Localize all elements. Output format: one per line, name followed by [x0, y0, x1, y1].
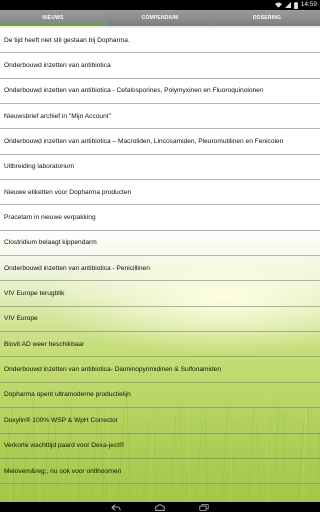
navigation-bar [0, 502, 320, 512]
status-time: 14:59 [300, 1, 317, 8]
tab-bar: NIEUWS COMPENDIUM DOSERING [0, 10, 320, 28]
tab-nieuws[interactable]: NIEUWS [0, 10, 107, 26]
wifi-icon [274, 2, 282, 8]
news-list: De tijd heeft niet stil gestaan bij Doph… [0, 28, 320, 485]
list-item[interactable]: Dopharma opent ultramoderne productielij… [0, 383, 320, 409]
list-item[interactable]: VIV Europe terugblik [0, 281, 320, 307]
list-item[interactable]: Onderbouwd inzetten van antibiotica [0, 53, 320, 79]
home-icon[interactable] [155, 503, 165, 511]
list-item[interactable]: Onderbouwd inzetten van antibiotica - Ce… [0, 79, 320, 105]
status-icons: 14:59 [274, 1, 317, 9]
tab-compendium[interactable]: COMPENDIUM [107, 10, 214, 26]
list-item[interactable]: Verkorte wachttijd paard voor Dexa-ject® [0, 434, 320, 459]
list-item[interactable]: Doxylin® 100% WSP & WpH Corrector [0, 408, 320, 434]
battery-icon [293, 1, 298, 9]
back-icon[interactable] [111, 503, 121, 511]
tab-dosering[interactable]: DOSERING [214, 10, 320, 26]
list-item[interactable]: De tijd heeft niet stil gestaan bij Doph… [0, 28, 320, 54]
list-item[interactable]: Biovit AD weer beschikbaar [0, 332, 320, 358]
status-bar: 14:59 [0, 0, 320, 10]
list-item[interactable]: Onderbouwd inzetten van antibiotica – Ma… [0, 129, 320, 155]
list-item[interactable]: Nieuwsbrief archief in "Mijn Account" [0, 104, 320, 130]
list-item[interactable]: Clostridium belaagt kippendarm [0, 231, 320, 257]
list-item[interactable]: Uitbreiding laboratorium [0, 155, 320, 181]
list-item[interactable]: VIV Europe [0, 307, 320, 333]
list-item[interactable]: Onderbouwd inzetten van antibiotica- Dia… [0, 357, 320, 383]
list-item[interactable]: Melovem&reg;, nu ook voor ontlhoornen [0, 459, 320, 485]
list-item[interactable]: Pracetam in nieuwe verpakking [0, 205, 320, 231]
list-item[interactable]: Onderbouwd inzetten van antibiotica - Pe… [0, 256, 320, 282]
signal-icon [284, 2, 291, 8]
news-list-container[interactable]: De tijd heeft niet stil gestaan bij Doph… [0, 28, 320, 502]
list-item[interactable]: Nieuwe etiketten voor Dopharma producten [0, 180, 320, 206]
recent-apps-icon[interactable] [199, 503, 209, 511]
